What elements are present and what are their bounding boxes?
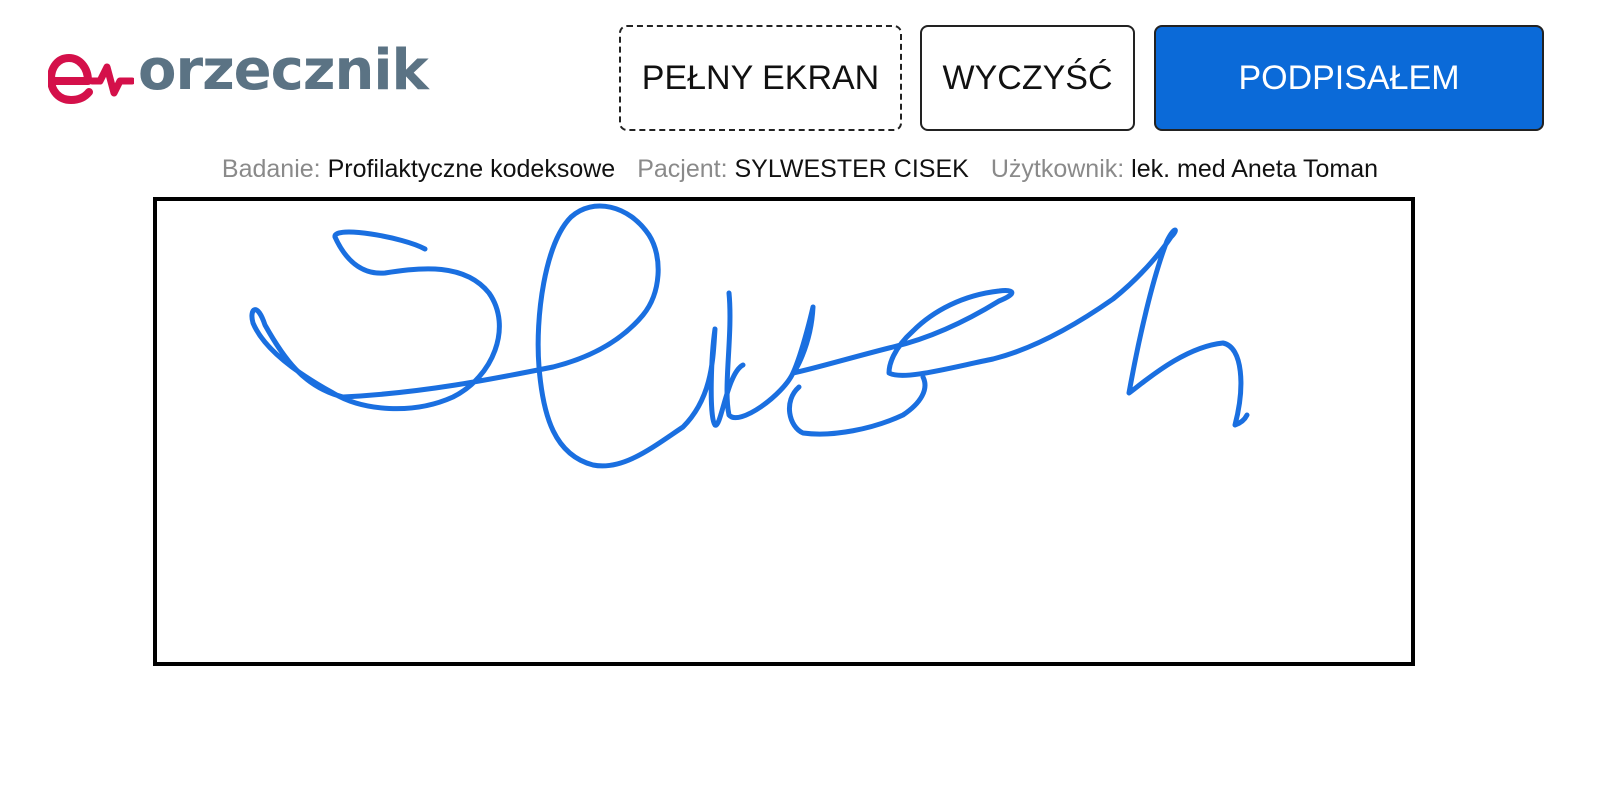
- exam-value: Profilaktyczne kodeksowe: [327, 154, 616, 183]
- fullscreen-button[interactable]: PEŁNY EKRAN: [619, 25, 902, 131]
- patient-info: Pacjent: SYLWESTER CISEK: [637, 155, 969, 184]
- signed-button[interactable]: PODPISAŁEM: [1154, 25, 1544, 131]
- patient-value: SYLWESTER CISEK: [734, 154, 969, 183]
- exam-info-bar: Badanie: Profilaktyczne kodeksowe Pacjen…: [0, 152, 1600, 186]
- signature-canvas[interactable]: [153, 197, 1415, 666]
- signature-drawing: [249, 203, 1250, 469]
- logo: orzecznik: [48, 38, 429, 110]
- signature-page: orzecznik PEŁNY EKRAN WYCZYŚĆ PODPISAŁEM…: [0, 0, 1600, 800]
- user-label: Użytkownik:: [990, 154, 1125, 183]
- user-info: Użytkownik: lek. med Aneta Toman: [991, 155, 1378, 184]
- logo-text: orzecznik: [138, 38, 429, 103]
- clear-button[interactable]: WYCZYŚĆ: [920, 25, 1135, 131]
- exam-label: Badanie:: [221, 154, 321, 183]
- signature-strokes: [249, 203, 1250, 469]
- header: orzecznik PEŁNY EKRAN WYCZYŚĆ PODPISAŁEM: [0, 0, 1600, 140]
- exam-info: Badanie: Profilaktyczne kodeksowe: [222, 155, 615, 184]
- patient-label: Pacjent:: [637, 154, 728, 183]
- user-value: lek. med Aneta Toman: [1131, 154, 1379, 183]
- e-pulse-logo-icon: [48, 54, 134, 104]
